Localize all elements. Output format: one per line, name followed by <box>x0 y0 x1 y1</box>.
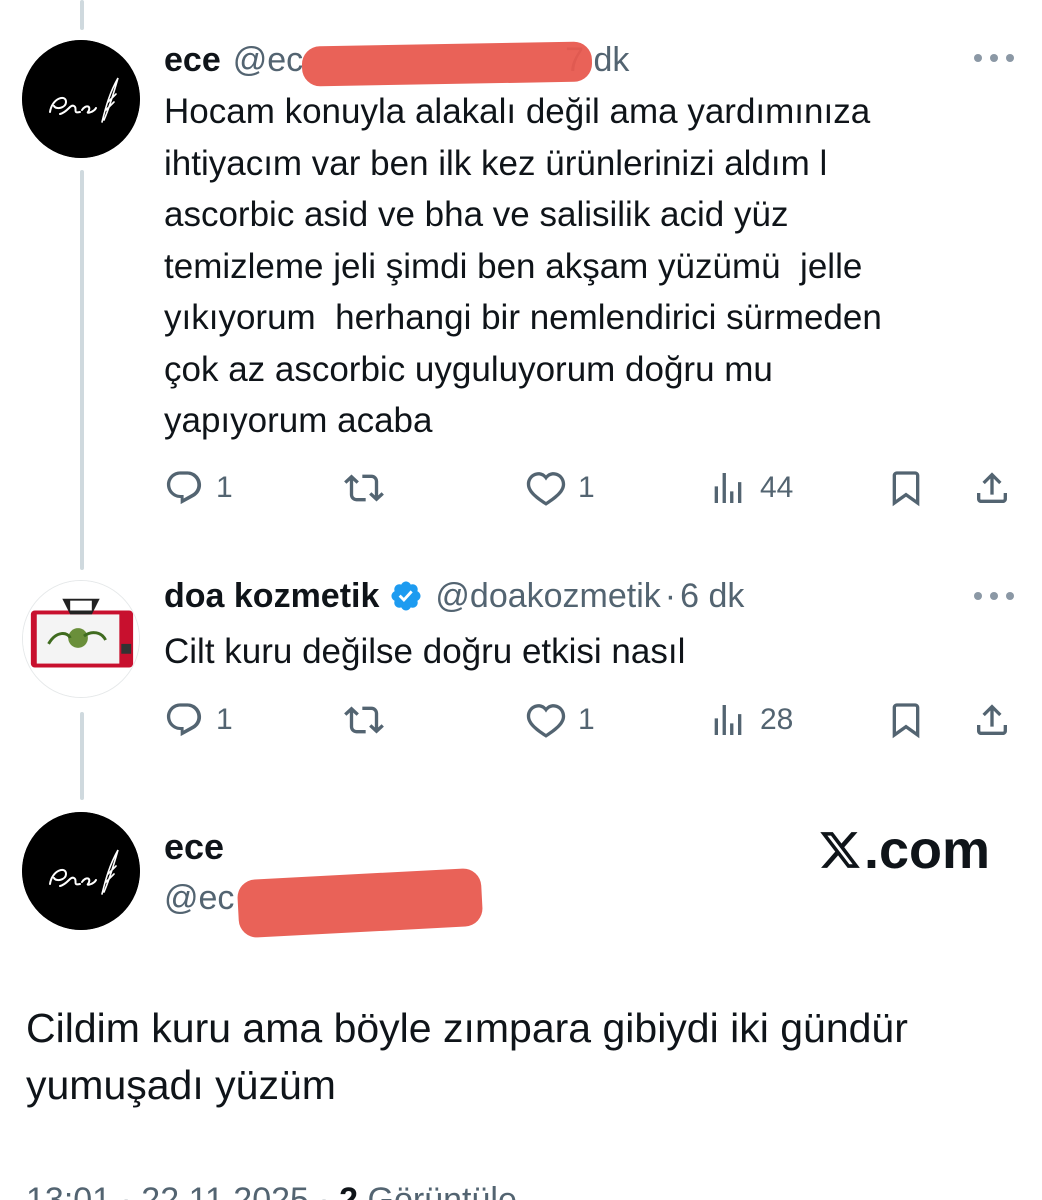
display-name[interactable]: ece <box>164 826 224 868</box>
tweet-header: doa kozmetik @doakozmetik · 6 dk <box>164 576 744 616</box>
retweet-icon <box>344 706 384 734</box>
user-handle[interactable]: @ec <box>164 878 234 918</box>
share-icon <box>977 704 1007 735</box>
tweet-actions: 1 1 28 <box>164 698 1014 742</box>
heart-icon <box>526 704 566 738</box>
doa-logo-icon <box>23 581 139 697</box>
reply-button[interactable]: 1 <box>164 466 233 510</box>
verified-badge-icon <box>389 579 423 613</box>
thread-line-top <box>80 0 84 30</box>
x-com-brand: .com <box>818 820 990 880</box>
view-count: 28 <box>760 703 794 736</box>
tweet-meta-footer: 13:01 · 22.11.2025 · 2 Görüntüle <box>26 1180 517 1200</box>
display-name[interactable]: ece <box>164 40 221 80</box>
like-button[interactable]: 1 <box>526 466 595 510</box>
tweet-actions: 1 1 44 <box>164 466 1014 510</box>
tweet-text: Hocam konuyla alakalı değil ama yardımın… <box>164 92 882 440</box>
retweet-button[interactable] <box>344 698 384 742</box>
avatar[interactable] <box>22 580 140 698</box>
like-count: 1 <box>578 471 595 504</box>
views-icon <box>714 705 742 735</box>
user-handle[interactable]: @ec <box>233 40 303 80</box>
like-button[interactable]: 1 <box>526 698 595 742</box>
share-icon <box>977 472 1007 503</box>
retweet-button[interactable] <box>344 466 384 510</box>
redaction-mark <box>301 41 593 87</box>
ece-logo-icon <box>22 40 140 158</box>
thread-line-bottom <box>80 712 84 800</box>
bookmark-icon <box>892 703 920 739</box>
views-icon <box>714 473 742 503</box>
reply-button[interactable]: 1 <box>164 698 233 742</box>
like-count: 1 <box>578 703 595 736</box>
reply-count: 1 <box>216 471 233 504</box>
views-button[interactable]: 44 <box>708 466 793 510</box>
reply-count: 1 <box>216 703 233 736</box>
avatar[interactable] <box>22 40 140 158</box>
user-handle[interactable]: @doakozmetik <box>435 576 660 616</box>
separator: · <box>664 577 677 615</box>
redaction-mark <box>236 867 484 939</box>
bookmark-button[interactable] <box>886 698 926 742</box>
bookmark-button[interactable] <box>886 466 926 510</box>
tweet-time[interactable]: 6 dk <box>680 576 744 616</box>
views-count: 2 <box>339 1181 359 1200</box>
more-options-icon[interactable] <box>974 590 1014 602</box>
tweet-timestamp[interactable]: 13:01 · 22.11.2025 · <box>26 1181 330 1200</box>
reply-icon <box>166 471 202 505</box>
tweet-text: Cildim kuru ama böyle zımpara gibiydi ik… <box>26 1005 908 1108</box>
bookmark-icon <box>892 471 920 507</box>
share-button[interactable] <box>972 698 1012 742</box>
tweet-text: Cilt kuru değilse doğru etkisi nasıl <box>164 632 686 671</box>
ece-logo-icon <box>22 812 140 930</box>
display-name[interactable]: doa kozmetik <box>164 576 379 616</box>
heart-icon <box>526 472 566 506</box>
retweet-icon <box>344 474 384 502</box>
view-count: 44 <box>760 471 794 504</box>
x-logo-icon <box>818 828 862 872</box>
views-label: Görüntüle <box>367 1181 517 1200</box>
thread-line-middle <box>80 170 84 570</box>
avatar[interactable] <box>22 812 140 930</box>
brand-text: .com <box>864 820 991 880</box>
reply-icon <box>166 703 202 737</box>
views-button[interactable]: 28 <box>708 698 793 742</box>
share-button[interactable] <box>972 466 1012 510</box>
more-options-icon[interactable] <box>974 52 1014 64</box>
